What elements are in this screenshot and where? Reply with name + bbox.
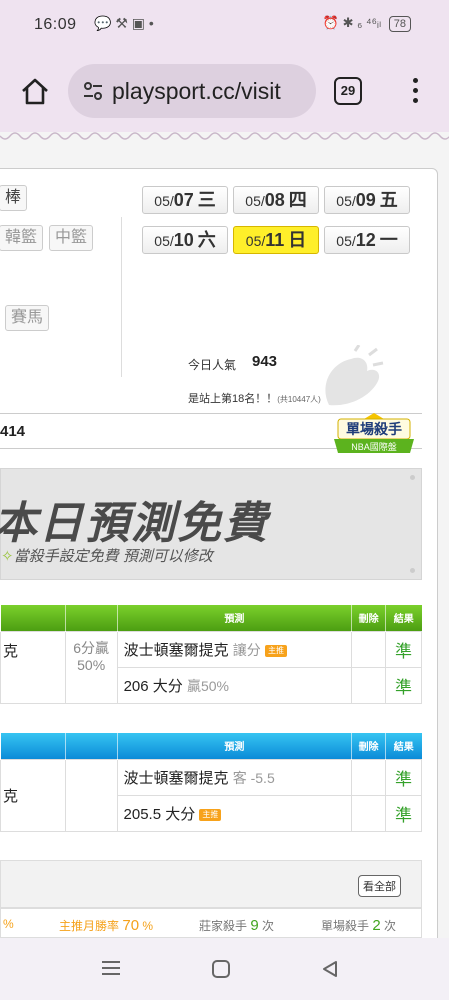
header-blank: [0, 733, 66, 759]
back-icon[interactable]: [322, 960, 338, 978]
prediction-cell: 波士頓塞爾提克 客 -5.5: [116, 758, 353, 796]
header-result: 結果: [385, 733, 422, 759]
stat-single-killer: 單場殺手 2 次: [321, 917, 397, 934]
badge-line1: 單場殺手: [346, 421, 402, 437]
stat-banker-killer: 莊家殺手 9 次: [199, 917, 275, 934]
status-time: 16:09: [34, 16, 77, 33]
sport-tag-china-basketball[interactable]: 中籃: [49, 225, 94, 251]
score-cell: 6分贏 50%: [64, 630, 118, 704]
header-blank: [64, 733, 118, 759]
rank-text: 是站上第18名！！(共10447人): [188, 393, 321, 405]
team-cell: 克: [0, 758, 66, 832]
page-top-wave: [0, 132, 449, 140]
banner-corner-dot: [410, 475, 415, 480]
single-game-killer-badge: 單場殺手 NBA國際盤: [334, 413, 414, 453]
date-button-0509[interactable]: 05/09 五: [324, 186, 410, 214]
popularity-label: 今日人氣: [188, 358, 237, 372]
sport-tag-horse-racing[interactable]: 賽馬: [5, 305, 50, 331]
divider: [121, 217, 122, 377]
recent-apps-icon[interactable]: [102, 961, 120, 975]
site-settings-icon[interactable]: [82, 80, 104, 102]
home-nav-icon[interactable]: [212, 960, 230, 978]
prediction-cell: 205.5 大分 主推: [116, 794, 353, 832]
date-button-0507[interactable]: 05/07 三: [142, 186, 228, 214]
delete-cell[interactable]: [351, 794, 386, 832]
score-cell: [64, 758, 118, 832]
prediction-cell: 波士頓塞爾提克 讓分 主推: [116, 630, 353, 668]
date-button-0508[interactable]: 05/08 四: [233, 186, 319, 214]
delete-cell[interactable]: [351, 758, 386, 796]
stat-month-win-rate: 主推月勝率 70 %: [59, 917, 154, 934]
badge-line2: NBA國際盤: [351, 441, 397, 452]
battery-icon: 78: [388, 16, 411, 32]
prediction-cell: 206 大分 贏50%: [116, 666, 353, 704]
promo-headline: 本日預測免費: [0, 498, 269, 549]
popularity-value: 943: [252, 353, 278, 370]
home-icon[interactable]: [18, 74, 52, 108]
system-icons: ⏰ ✱ ₆ ⁴⁶ᵢₗ 78: [323, 15, 411, 32]
result-cell: 準: [385, 666, 422, 704]
prediction-table-2: 預測 刪除 結果 克 波士頓塞爾提克 客 -5.5 準 205.5 大分 主推 …: [0, 733, 422, 832]
status-bar: 16:09 💬 ⚒ ▣ • ⏰ ✱ ₆ ⁴⁶ᵢₗ 78: [0, 0, 449, 52]
date-button-0512[interactable]: 05/12 一: [324, 226, 410, 254]
header-blank: [64, 605, 118, 631]
header-result: 結果: [385, 605, 422, 631]
system-nav-bar: [0, 938, 449, 1000]
header-delete: 刪除: [351, 605, 386, 631]
free-prediction-banner: 本日預測免費 ✧當殺手設定免費 預測可以修改: [0, 468, 422, 580]
url-text[interactable]: playsport.cc/visit: [112, 78, 281, 105]
header-blank: [0, 605, 66, 631]
stats-header: 看全部: [0, 860, 422, 908]
overflow-menu-icon[interactable]: [407, 78, 423, 108]
promo-subline: ✧當殺手設定免費 預測可以修改: [1, 548, 213, 565]
header-predict: 預測: [116, 605, 352, 631]
table-row: 克 波士頓塞爾提克 客 -5.5 準: [0, 758, 422, 832]
result-cell: 準: [385, 794, 422, 832]
stat-partial: %: [3, 917, 14, 931]
sparkle-icon: ✧: [1, 548, 14, 565]
delete-cell[interactable]: [351, 666, 386, 704]
result-cell: 準: [385, 758, 422, 796]
tab-switcher-button[interactable]: 29: [334, 77, 362, 105]
date-button-0511[interactable]: 05/11 日: [233, 226, 319, 254]
notification-icons: 💬 ⚒ ▣ •: [94, 15, 154, 31]
header-predict: 預測: [116, 733, 352, 759]
stats-row: % 主推月勝率 70 % 莊家殺手 9 次 單場殺手 2 次: [0, 908, 422, 938]
table-row: 克 6分贏 50% 波士頓塞爾提克 讓分 主推 準: [0, 630, 422, 704]
banner-corner-dot: [410, 568, 415, 573]
system-status-icons: ⏰ ✱ ₆ ⁴⁶ᵢₗ: [322, 15, 382, 30]
header-delete: 刪除: [351, 733, 386, 759]
delete-cell[interactable]: [351, 630, 386, 668]
sport-tag-korean-basketball[interactable]: 韓籃: [0, 225, 44, 251]
prediction-table-1: 預測 刪除 結果 克 6分贏 50% 波士頓塞爾提克 讓分 主推 準 206 大分…: [0, 605, 422, 704]
see-all-button[interactable]: 看全部: [358, 875, 401, 897]
result-cell: 準: [385, 630, 422, 668]
browser-toolbar: playsport.cc/visit 29: [0, 52, 449, 132]
web-page: 棒 韓籃 中籃 賽馬 05/07 三 05/08 四 05/09 五 05/10…: [0, 132, 449, 938]
mascot-watermark: [325, 345, 384, 406]
killer-title-number: 414: [0, 423, 26, 440]
team-cell: 克: [0, 630, 66, 704]
date-button-0510[interactable]: 05/10 六: [142, 226, 228, 254]
main-pick-tag: 主推: [199, 808, 222, 821]
sport-tag-baseball[interactable]: 棒: [0, 185, 28, 211]
main-pick-tag: 主推: [264, 644, 287, 657]
address-bar[interactable]: playsport.cc/visit: [68, 64, 316, 118]
